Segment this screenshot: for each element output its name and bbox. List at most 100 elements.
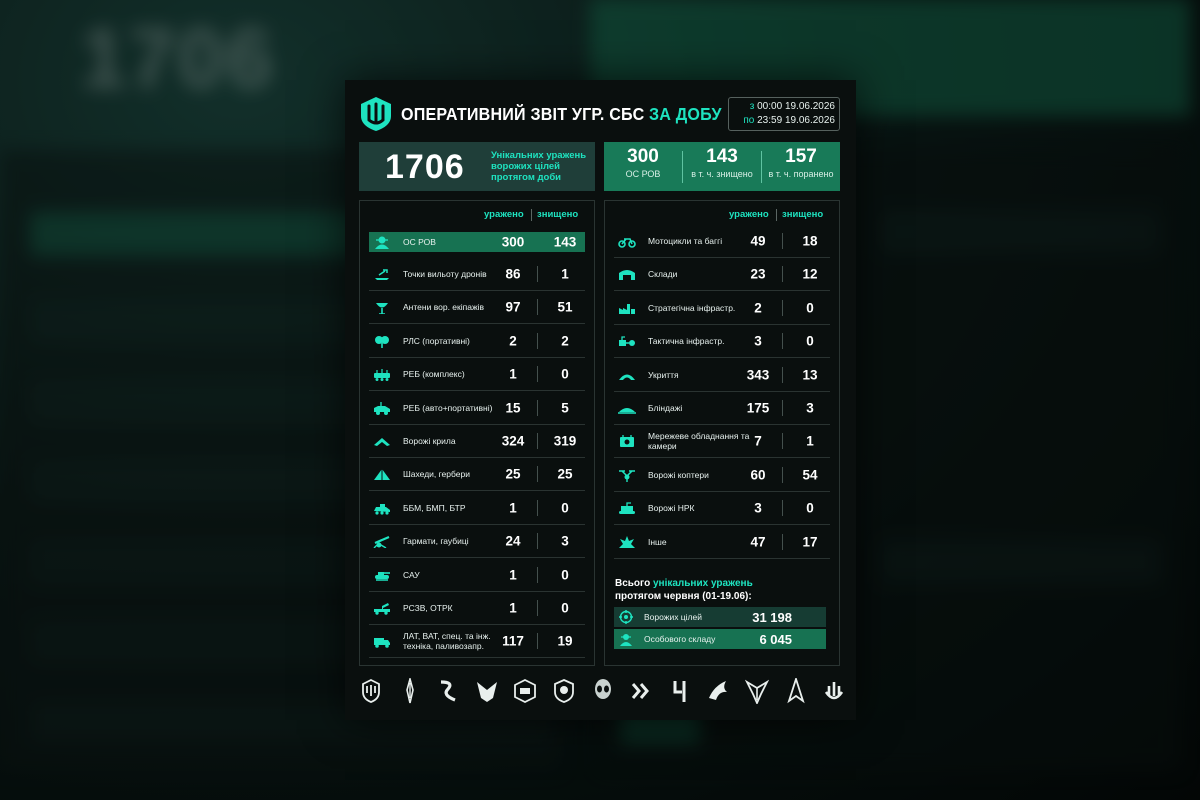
row-hit-value: 1 <box>509 366 517 382</box>
warehouse-icon <box>618 267 636 281</box>
hand-emblem-icon <box>822 678 846 704</box>
row-divider <box>537 533 538 550</box>
table-row: Антени вор. екіпажів 97 51 <box>369 291 585 325</box>
soldier-icon <box>619 632 633 646</box>
alien-emblem-icon <box>591 678 615 704</box>
summary-total-value: 1706 <box>385 148 465 186</box>
factory-icon <box>618 301 636 315</box>
row-destroyed-value: 319 <box>553 433 577 449</box>
row-divider <box>782 400 783 416</box>
summary-stat: 157 в т. ч. поранено <box>768 146 834 179</box>
row-destroyed-value: 25 <box>557 466 573 482</box>
sau-icon <box>373 568 391 582</box>
table-row: Стратегічна інфрастр. 2 0 <box>614 292 830 325</box>
soldier-icon <box>373 235 391 249</box>
summary-stat: 143 в т. ч. знищено <box>691 146 753 179</box>
column-header-hit: уражено <box>484 209 524 220</box>
row-divider <box>782 366 783 383</box>
table-row: Шахеди, гербери 25 25 <box>369 458 585 492</box>
cube-emblem-icon <box>513 678 537 704</box>
shield-emblem-icon <box>552 678 576 704</box>
row-hit-value: 15 <box>505 400 521 416</box>
row-divider <box>782 500 783 517</box>
report-title-main: ОПЕРАТИВНИЙ ЗВІТ УГР. СБС <box>401 104 645 124</box>
bmp-icon <box>373 501 391 515</box>
table-row: ОС РОВ 300 143 <box>369 232 585 252</box>
shahed-icon <box>373 467 391 481</box>
row-destroyed-value: 0 <box>561 366 569 382</box>
row-destroyed-value: 17 <box>802 534 818 550</box>
row-hit-value: 60 <box>750 467 766 483</box>
table-row: Гармати, гаубиці 24 3 <box>369 525 585 559</box>
row-hit-value: 25 <box>505 466 521 482</box>
row-destroyed-value: 0 <box>806 500 814 516</box>
radio-icon <box>373 334 391 348</box>
row-hit-value: 343 <box>746 367 770 383</box>
row-hit-value: 324 <box>501 433 525 449</box>
row-hit-value: 23 <box>750 266 766 282</box>
row-destroyed-value: 1 <box>561 266 569 282</box>
row-hit-value: 300 <box>501 234 525 250</box>
howitzer-icon <box>373 534 391 549</box>
report-card: ОПЕРАТИВНИЙ ЗВІТ УГР. СБС ЗА ДОБУ з 00:0… <box>345 80 856 720</box>
table-row: РЛС (портативні) 2 2 <box>369 325 585 358</box>
targets-table-left: уражено знищено ОС РОВ 300 143 Точки вильот… <box>359 200 595 666</box>
row-hit-value: 24 <box>505 533 521 549</box>
monthly-total-targets: Ворожих цілей 31 198 <box>614 607 826 627</box>
column-header-divider <box>776 209 777 221</box>
row-destroyed-value: 2 <box>561 333 569 349</box>
row-destroyed-value: 0 <box>806 300 814 316</box>
table-row: ЛАТ, ВАТ, спец. та інж. техніка, паливоз… <box>369 625 585 659</box>
report-period: з 00:00 19.06.2026 по 23:59 19.06.2026 <box>728 97 840 131</box>
table-row: РСЗВ, ОТРК 1 0 <box>369 592 585 625</box>
explosion-icon <box>618 535 636 549</box>
table-row: Ворожі коптери 60 54 <box>614 459 830 492</box>
report-header: ОПЕРАТИВНИЙ ЗВІТ УГР. СБС ЗА ДОБУ з 00:0… <box>359 96 842 134</box>
row-destroyed-value: 1 <box>806 433 814 449</box>
unit-emblems <box>359 678 846 704</box>
drone-launch-icon <box>373 267 391 281</box>
table-row: РЕБ (комплекс) 1 0 <box>369 358 585 392</box>
trident-emblem-icon <box>359 678 383 704</box>
row-hit-value: 86 <box>505 266 521 282</box>
shelter-icon <box>618 368 636 382</box>
row-hit-value: 3 <box>754 333 762 349</box>
table-row: ББМ, БМП, БТР 1 0 <box>369 492 585 525</box>
row-divider <box>782 333 783 350</box>
rocket-emblem-icon <box>784 678 808 704</box>
sword-emblem-icon <box>398 678 422 704</box>
sbs-logo-icon <box>359 96 393 132</box>
row-divider <box>537 399 538 416</box>
table-row: Тактична інфрастр. 3 0 <box>614 325 830 359</box>
table-row: Укриття 343 13 <box>614 359 830 392</box>
row-destroyed-value: 0 <box>561 500 569 516</box>
period-from: з 00:00 19.06.2026 <box>749 101 835 112</box>
row-divider <box>782 433 783 450</box>
row-divider <box>537 600 538 616</box>
row-hit-value: 175 <box>746 400 770 416</box>
ew-complex-icon <box>373 367 391 382</box>
row-hit-value: 3 <box>754 500 762 516</box>
table-row: Мотоцикли та баггі 49 18 <box>614 225 830 258</box>
row-divider <box>782 533 783 550</box>
mlrs-icon <box>373 601 391 615</box>
ugv-icon <box>618 501 636 515</box>
row-divider <box>782 466 783 483</box>
row-divider <box>537 366 538 383</box>
row-destroyed-value: 18 <box>802 233 818 249</box>
row-destroyed-value: 0 <box>561 600 569 616</box>
table-row: Точки вильоту дронів 86 1 <box>369 258 585 291</box>
wings-icon <box>373 434 391 448</box>
antenna-icon <box>373 300 391 315</box>
row-destroyed-value: 51 <box>557 299 573 315</box>
row-divider <box>782 266 783 283</box>
row-hit-value: 2 <box>754 300 762 316</box>
row-destroyed-value: 0 <box>561 567 569 583</box>
column-header-divider <box>531 209 532 221</box>
row-destroyed-value: 0 <box>806 333 814 349</box>
bird-emblem-icon <box>475 678 499 704</box>
row-hit-value: 49 <box>750 233 766 249</box>
row-divider <box>537 466 538 483</box>
target-icon <box>619 610 633 624</box>
summary-stat: 300 ОС РОВ <box>625 146 661 179</box>
